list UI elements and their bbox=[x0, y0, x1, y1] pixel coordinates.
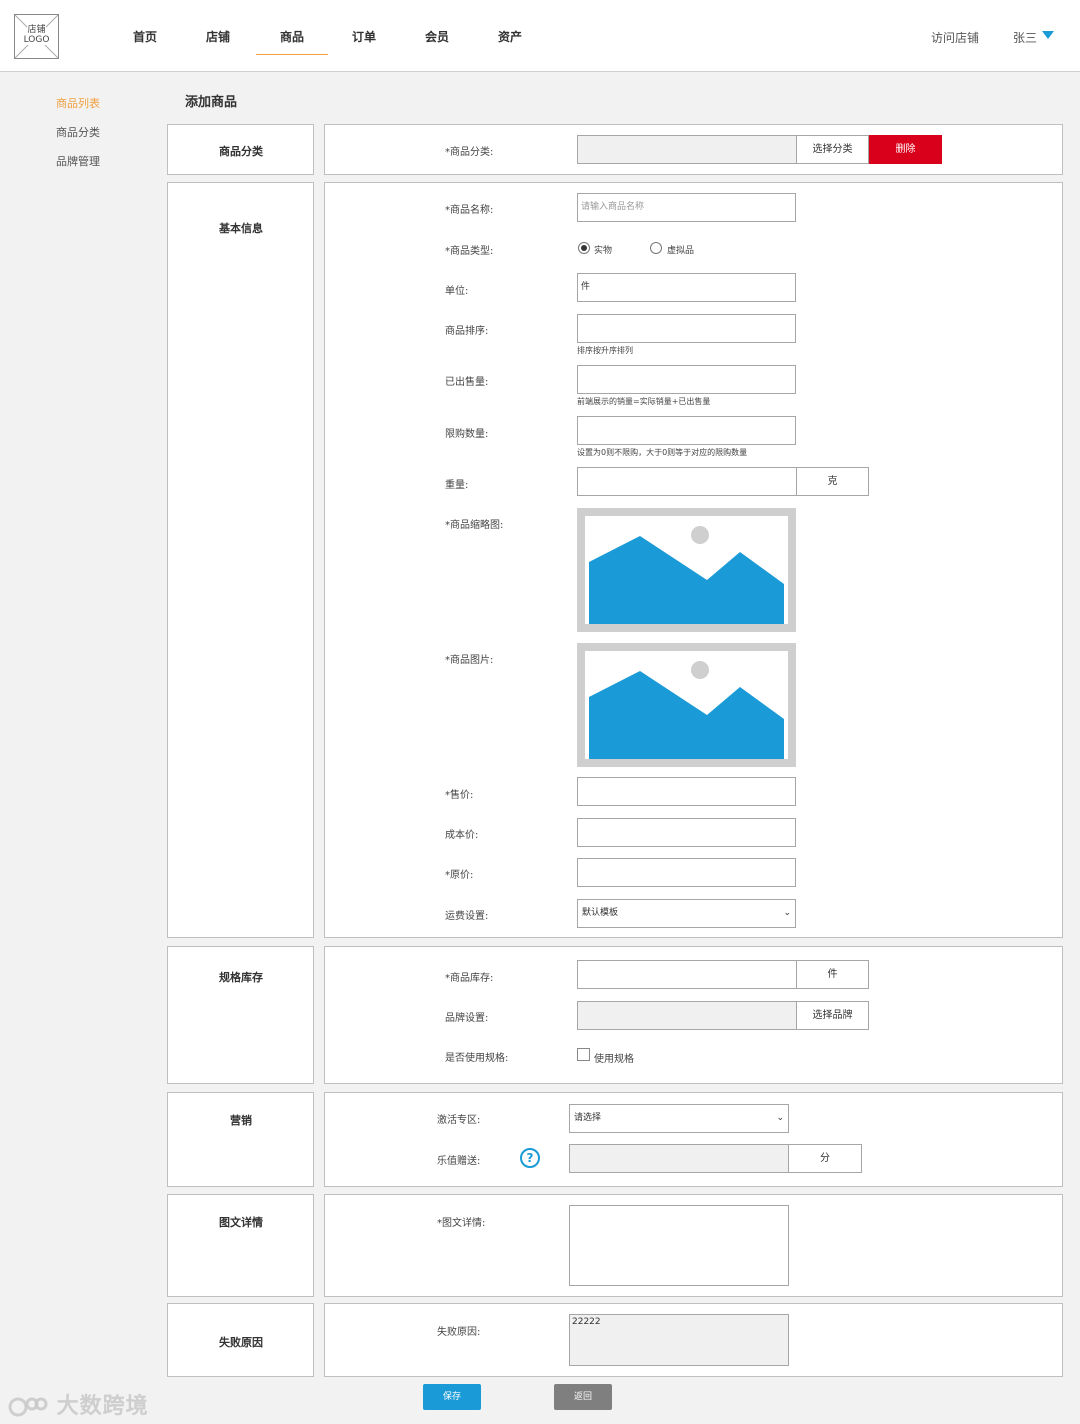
product-image-label: *商品图片: bbox=[445, 655, 494, 666]
weight-unit: 克 bbox=[796, 467, 869, 496]
use-spec-checkbox[interactable] bbox=[577, 1048, 590, 1061]
logo-text-line2: LOGO bbox=[23, 35, 50, 45]
top-header: 店铺 LOGO 首页 店铺 商品 订单 会员 资产 访问店铺 张三 bbox=[0, 0, 1080, 72]
store-logo[interactable]: 店铺 LOGO bbox=[14, 14, 59, 59]
points-unit: 分 bbox=[788, 1144, 862, 1173]
delete-category-button[interactable]: 删除 bbox=[869, 135, 942, 164]
detail-section-header: 图文详情 bbox=[167, 1194, 314, 1297]
nav-assets[interactable]: 资产 bbox=[474, 28, 546, 54]
user-name[interactable]: 张三 bbox=[1013, 29, 1037, 46]
price-input[interactable] bbox=[577, 777, 796, 806]
category-field[interactable] bbox=[577, 135, 797, 164]
detail-textarea[interactable] bbox=[569, 1205, 789, 1286]
sidebar-item-product-category[interactable]: 商品分类 bbox=[56, 124, 100, 140]
zone-select-value: 请选择 bbox=[574, 1113, 602, 1123]
nav-store[interactable]: 店铺 bbox=[182, 28, 254, 54]
type-virtual-label: 虚拟品 bbox=[667, 246, 695, 256]
visit-store-link[interactable]: 访问店铺 bbox=[931, 29, 979, 46]
use-spec-checkbox-label: 使用规格 bbox=[594, 1054, 634, 1065]
logo-text-line1: 店铺 bbox=[27, 25, 46, 35]
detail-label: *图文详情: bbox=[437, 1218, 486, 1229]
page-title: 添加商品 bbox=[185, 95, 238, 110]
points-label: 乐值赠送: bbox=[437, 1156, 481, 1167]
original-price-input[interactable] bbox=[577, 858, 796, 887]
chevron-down-icon: ⌄ bbox=[776, 1113, 784, 1123]
category-label: *商品分类: bbox=[445, 147, 494, 158]
limit-label: 限购数量: bbox=[445, 429, 489, 440]
watermark-logo-icon bbox=[8, 1397, 48, 1417]
type-physical-radio[interactable] bbox=[578, 242, 590, 254]
nav-home[interactable]: 首页 bbox=[109, 28, 181, 54]
sold-hint: 前端展示的销量=实际销量+已出售量 bbox=[577, 397, 711, 406]
watermark-text: 大数跨境 bbox=[56, 1394, 149, 1419]
points-input[interactable] bbox=[569, 1144, 789, 1173]
nav-members[interactable]: 会员 bbox=[401, 28, 473, 54]
choose-brand-button[interactable]: 选择品牌 bbox=[796, 1001, 869, 1030]
unit-label: 单位: bbox=[445, 286, 469, 297]
original-price-label: *原价: bbox=[445, 870, 474, 881]
nav-orders[interactable]: 订单 bbox=[328, 28, 400, 54]
cost-label: 成本价: bbox=[445, 830, 479, 841]
basic-section-header: 基本信息 bbox=[167, 182, 314, 938]
sort-input[interactable] bbox=[577, 314, 796, 343]
zone-select[interactable]: 请选择 ⌄ bbox=[569, 1104, 789, 1133]
sidebar-item-product-list[interactable]: 商品列表 bbox=[56, 95, 100, 111]
spec-section-title: 规格库存 bbox=[219, 971, 263, 984]
product-type-label: *商品类型: bbox=[445, 246, 494, 257]
sort-label: 商品排序: bbox=[445, 326, 489, 337]
category-section-title: 商品分类 bbox=[219, 145, 263, 158]
stock-label: *商品库存: bbox=[445, 973, 494, 984]
save-button[interactable]: 保存 bbox=[423, 1384, 481, 1410]
stock-unit: 件 bbox=[796, 960, 869, 989]
price-label: *售价: bbox=[445, 790, 474, 801]
stock-input[interactable] bbox=[577, 960, 797, 989]
brand-label: 品牌设置: bbox=[445, 1013, 489, 1024]
help-question-icon[interactable]: ? bbox=[520, 1148, 540, 1168]
fail-label: 失败原因: bbox=[437, 1327, 481, 1338]
type-physical-label: 实物 bbox=[594, 246, 613, 256]
shipping-select[interactable]: 默认模板 ⌄ bbox=[577, 899, 796, 928]
fail-section-title: 失败原因 bbox=[219, 1336, 263, 1349]
limit-input[interactable] bbox=[577, 416, 796, 445]
sold-input[interactable] bbox=[577, 365, 796, 394]
image-placeholder-icon bbox=[589, 526, 784, 624]
sort-hint: 排序按升序排列 bbox=[577, 346, 633, 355]
thumbnail-label: *商品缩略图: bbox=[445, 520, 504, 531]
marketing-section-title: 营销 bbox=[230, 1114, 252, 1127]
nav-products[interactable]: 商品 bbox=[256, 28, 328, 55]
weight-input[interactable] bbox=[577, 467, 797, 496]
brand-field[interactable] bbox=[577, 1001, 797, 1030]
zone-label: 激活专区: bbox=[437, 1115, 481, 1126]
spec-section-header: 规格库存 bbox=[167, 946, 314, 1084]
image-placeholder-icon bbox=[589, 661, 784, 759]
detail-section-title: 图文详情 bbox=[219, 1216, 263, 1229]
shipping-select-value: 默认模板 bbox=[582, 908, 619, 918]
product-name-input[interactable]: 请输入商品名称 bbox=[577, 193, 796, 222]
category-section-header: 商品分类 bbox=[167, 124, 314, 175]
use-spec-label: 是否使用规格: bbox=[445, 1053, 509, 1064]
unit-input[interactable]: 件 bbox=[577, 273, 796, 302]
logo-text: 店铺 LOGO bbox=[15, 25, 58, 45]
user-dropdown-icon[interactable] bbox=[1042, 31, 1054, 39]
shipping-label: 运费设置: bbox=[445, 911, 489, 922]
limit-hint: 设置为0则不限购，大于0则等于对应的限购数量 bbox=[577, 448, 748, 457]
cost-input[interactable] bbox=[577, 818, 796, 847]
chevron-down-icon: ⌄ bbox=[783, 908, 791, 918]
fail-reason-textarea[interactable]: 22222 bbox=[569, 1314, 789, 1366]
sold-label: 已出售量: bbox=[445, 377, 489, 388]
weight-label: 重量: bbox=[445, 480, 469, 491]
watermark: 大数跨境 bbox=[8, 1388, 149, 1420]
product-name-label: *商品名称: bbox=[445, 205, 494, 216]
fail-section-header: 失败原因 bbox=[167, 1303, 314, 1377]
thumbnail-upload[interactable] bbox=[577, 508, 796, 632]
marketing-section-header: 营销 bbox=[167, 1092, 314, 1187]
product-image-upload[interactable] bbox=[577, 643, 796, 767]
choose-category-button[interactable]: 选择分类 bbox=[796, 135, 869, 164]
back-button[interactable]: 返回 bbox=[554, 1384, 612, 1410]
sidebar-item-brand-management[interactable]: 品牌管理 bbox=[56, 153, 100, 169]
type-virtual-radio[interactable] bbox=[650, 242, 662, 254]
basic-section-title: 基本信息 bbox=[219, 222, 263, 235]
